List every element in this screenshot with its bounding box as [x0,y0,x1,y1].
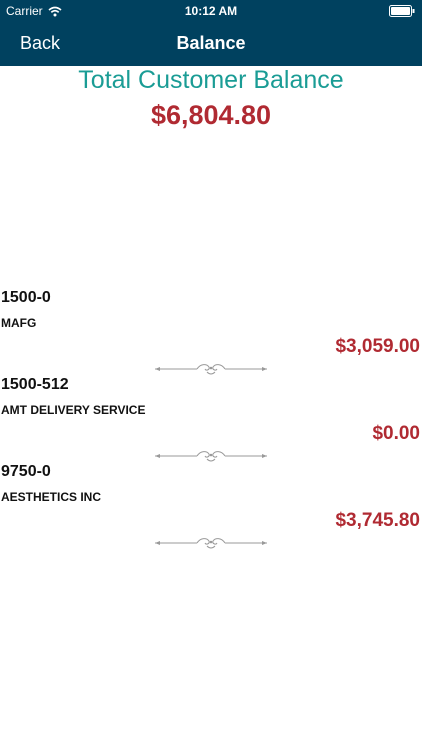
account-name: AMT DELIVERY SERVICE [1,403,146,417]
divider-ornament [155,364,267,375]
status-time: 10:12 AM [184,4,238,18]
account-number: 9750-0 [1,463,51,480]
divider-ornament [155,451,267,462]
nav-title: Balance [176,33,246,53]
account-balance: $3,745.80 [335,510,420,531]
account-balance: $3,059.00 [335,336,420,357]
account-item[interactable]: 9750-0 AESTHETICS INC $3,745.80 [0,463,422,550]
total-balance-title: Total Customer Balance [78,66,344,94]
account-name: MAFG [1,316,37,330]
account-number: 1500-0 [1,289,51,306]
account-number: 1500-512 [1,376,69,393]
status-bar: Carrier 10:12 AM [0,0,422,22]
battery-icon [389,5,415,17]
account-balance: $0.00 [372,423,420,444]
account-item[interactable]: 1500-512 AMT DELIVERY SERVICE $0.00 [0,376,422,463]
divider-ornament [155,538,267,549]
total-balance-amount: $6,804.80 [150,100,272,130]
navigation-bar: Back Balance [0,22,422,66]
back-button[interactable]: Back [20,33,60,54]
account-list: 1500-0 MAFG $3,059.00 1500-512 AMT DELIV… [0,289,422,550]
account-name: AESTHETICS INC [1,490,102,504]
account-item[interactable]: 1500-0 MAFG $3,059.00 [0,289,422,376]
